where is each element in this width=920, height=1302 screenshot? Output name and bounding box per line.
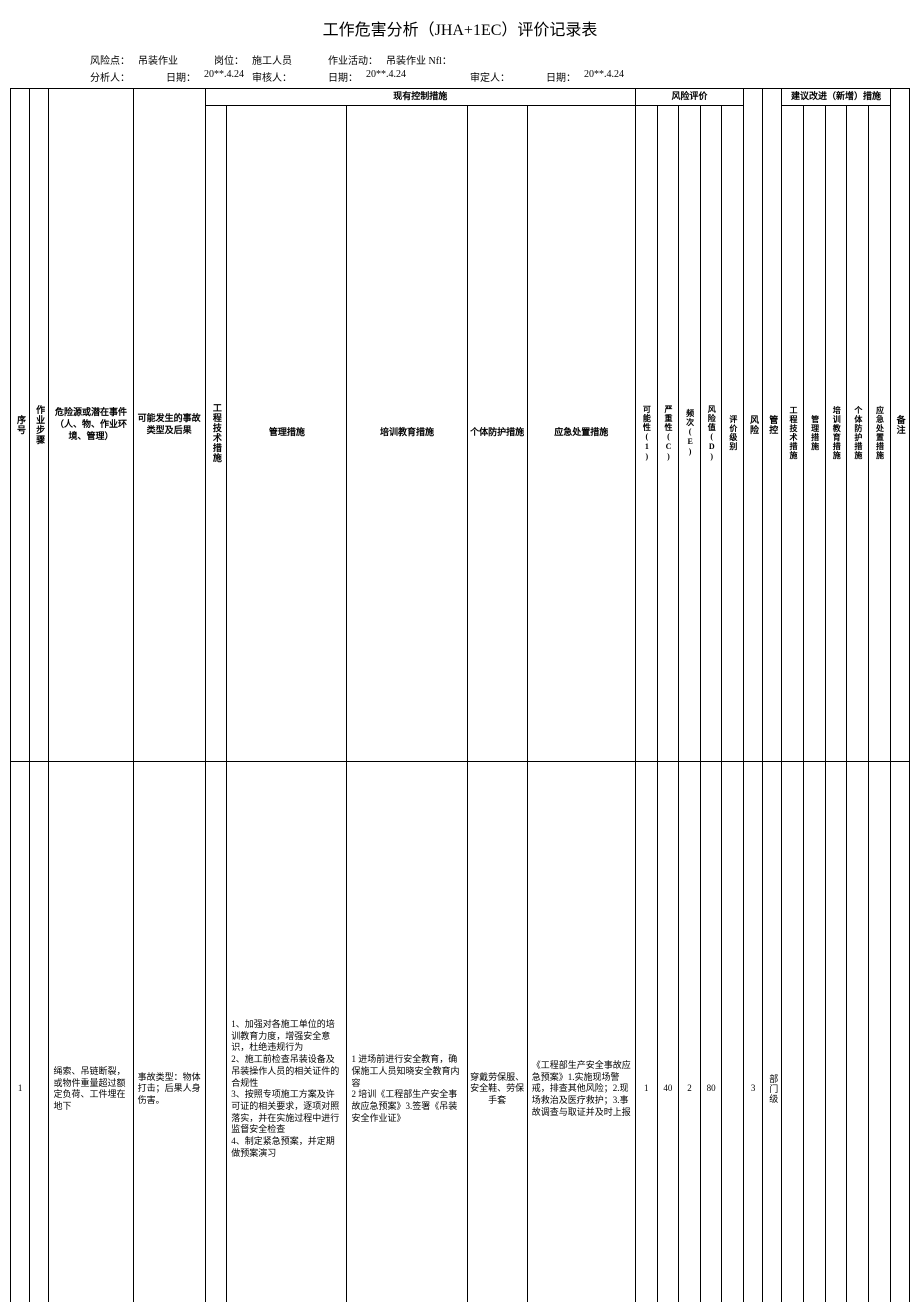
th-step: 作业步骤: [30, 89, 49, 762]
date-label-3: 日期：: [546, 69, 576, 84]
date-label-1: 日期：: [166, 69, 196, 84]
risk-point-label: 风险点：: [90, 52, 130, 67]
job-label: 岗位：: [214, 52, 244, 67]
cell-seq: 1: [11, 761, 30, 1302]
date-1: 20**.4.24: [204, 69, 244, 84]
cell-train: 1 进场前进行安全教育，确保施工人员知晓安全教育内容 2 培训《工程部生产安全事…: [347, 761, 467, 1302]
th-emergency: 应急处置措施: [527, 105, 635, 761]
cell-i4: [847, 761, 869, 1302]
th-i-train: 培训教育措施: [825, 105, 847, 761]
th-risk-group: 风险评价: [635, 89, 743, 106]
cell-ctrl: 部门级: [763, 761, 782, 1302]
th-improve-group: 建议改进（新增）措施: [782, 89, 890, 106]
cell-accident: 事故类型：物体打击；后果人身伤害。: [133, 761, 205, 1302]
th-L: 可能性(1): [635, 105, 657, 761]
cell-i1: [782, 761, 804, 1302]
th-tech: 工程技术措施: [205, 105, 227, 761]
cell-risk: 3: [744, 761, 763, 1302]
th-mgmt: 管理措施: [227, 105, 347, 761]
th-train: 培训教育措施: [347, 105, 467, 761]
cell-step: 吊装作业: [30, 761, 49, 1302]
cell-ppe: 穿戴劳保服、安全鞋、劳保手套: [467, 761, 527, 1302]
date-2: 20**.4.24: [366, 69, 406, 84]
th-i-mgmt: 管理措施: [804, 105, 826, 761]
cell-tech: [205, 761, 227, 1302]
th-hazard: 危险源或潜在事件（人、物、作业环境、管理）: [49, 89, 133, 762]
meta-row-2: 分析人： 日期： 20**.4.24 审核人： 日期： 20**.4.24 审定人：…: [90, 69, 910, 84]
th-i-ppe: 个体防护措施: [847, 105, 869, 761]
th-grade: 评价级别: [722, 105, 744, 761]
cell-E: 2: [679, 761, 701, 1302]
cell-grade: [722, 761, 744, 1302]
th-remark: 备注: [890, 89, 909, 762]
th-accident: 可能发生的事故类型及后果: [133, 89, 205, 762]
cell-i2: [804, 761, 826, 1302]
jha-table: 序号 作业步骤 危险源或潜在事件（人、物、作业环境、管理） 可能发生的事故类型及…: [10, 88, 910, 1302]
table-row: 1 吊装作业 绳索、吊链断裂，或物件重量超过额定负荷、工件埋在地下 事故类型：物…: [11, 761, 910, 1302]
cell-remark: [890, 761, 909, 1302]
th-i-tech: 工程技术措施: [782, 105, 804, 761]
cell-L: 1: [635, 761, 657, 1302]
cell-i5: [868, 761, 890, 1302]
activity-label: 作业活动：: [328, 52, 378, 67]
cell-D: 80: [700, 761, 722, 1302]
meta-row-1: 风险点： 吊装作业 岗位： 施工人员 作业活动： 吊装作业 Nfl：: [90, 52, 910, 67]
page-title: 工作危害分析（JHA+1EC）评价记录表: [10, 16, 910, 40]
date-3: 20**.4.24: [584, 69, 624, 84]
th-C: 严重性(C): [657, 105, 679, 761]
th-E: 频次(E): [679, 105, 701, 761]
th-ppe: 个体防护措施: [467, 105, 527, 761]
risk-point: 吊装作业: [138, 52, 178, 67]
th-control-group: 现有控制措施: [205, 89, 635, 106]
cell-hazard: 绳索、吊链断裂，或物件重量超过额定负荷、工件埋在地下: [49, 761, 133, 1302]
th-risk-cls: 风险: [744, 89, 763, 762]
analyst-label: 分析人：: [90, 69, 130, 84]
reviewer-label: 审核人：: [252, 69, 292, 84]
th-seq: 序号: [11, 89, 30, 762]
th-D: 风险值(D): [700, 105, 722, 761]
cell-mgmt: 1、加强对各施工单位的培训教育力度，增强安全意识，杜绝违规行为 2、施工前检查吊…: [227, 761, 347, 1302]
date-label-2: 日期：: [328, 69, 358, 84]
cell-C: 40: [657, 761, 679, 1302]
cell-i3: [825, 761, 847, 1302]
th-i-emerg: 应急处置措施: [868, 105, 890, 761]
approver-label: 审定人：: [470, 69, 510, 84]
th-ctrl: 管控: [763, 89, 782, 762]
job: 施工人员: [252, 52, 292, 67]
cell-emergency: 《工程部生产安全事故应急预案》1.实施现场警戒，排查其他风险；2.现场救治及医疗…: [527, 761, 635, 1302]
activity: 吊装作业 Nfl：: [386, 52, 452, 67]
